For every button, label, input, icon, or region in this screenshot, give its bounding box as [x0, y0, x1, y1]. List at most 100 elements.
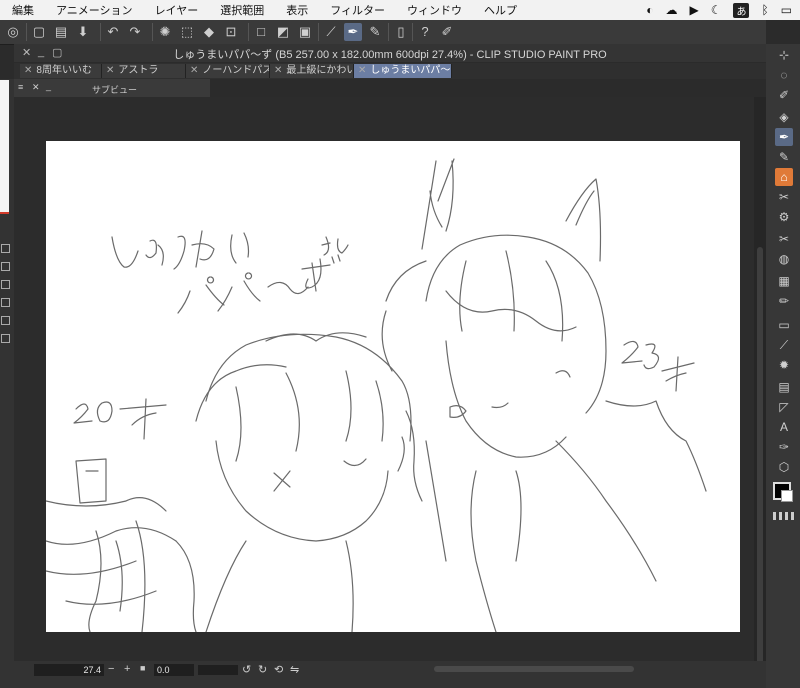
close-icon[interactable]: ✕ — [106, 65, 114, 76]
arrow-icon[interactable]: ◸ — [775, 398, 793, 416]
left-panel-marker — [0, 212, 9, 214]
zoom-in-button[interactable]: + — [124, 663, 130, 675]
tab-label: 最上級にかわい — [286, 65, 354, 76]
gear-icon[interactable]: ⚙ — [775, 208, 793, 226]
sub-color-swatch[interactable] — [781, 490, 793, 502]
csp-logo-icon[interactable]: ◎ — [4, 23, 22, 41]
bluetooth-icon[interactable]: ᛒ — [761, 3, 768, 17]
divider — [388, 23, 389, 41]
cube-icon[interactable]: ⬡ — [775, 458, 793, 476]
tab-no-hand-pass[interactable]: ✕ ノーハンドパス — [186, 64, 270, 78]
close-icon[interactable]: ✕ — [32, 82, 40, 93]
menu-selection[interactable]: 選択範囲 — [208, 2, 274, 18]
fit-icon[interactable]: ■ — [140, 663, 145, 673]
select-icon[interactable]: ⊹ — [775, 46, 793, 64]
loading-icon[interactable]: ✺ — [156, 23, 174, 41]
pen-icon[interactable]: ✒ — [775, 128, 793, 146]
menu-icon[interactable]: ≡ — [18, 82, 23, 92]
tool2-icon[interactable]: ✂ — [775, 230, 793, 248]
pen-icon[interactable]: ✒ — [344, 23, 362, 41]
battery-icon[interactable]: ▭ — [781, 3, 792, 17]
rotation-field[interactable]: 0.0 — [154, 664, 194, 676]
tool-icon[interactable]: ✂ — [775, 188, 793, 206]
minimize-icon[interactable]: _ — [46, 81, 51, 91]
transform-icon[interactable]: ⊡ — [222, 23, 240, 41]
transparent-color-icon[interactable] — [773, 512, 795, 520]
brush-icon[interactable]: ✎ — [775, 148, 793, 166]
layer-icon[interactable] — [1, 298, 10, 307]
tab-most-cute[interactable]: ✕ 最上級にかわい — [270, 64, 354, 78]
undo-icon[interactable]: ↶ — [104, 23, 122, 41]
save-icon[interactable]: ⬇ — [74, 23, 92, 41]
ruler-icon[interactable]: ⟋ — [322, 23, 340, 41]
command-bar: ◎ ▢ ▤ ⬇ ↶ ↷ ✺ ⬚ ◆ ⊡ □ ◩ ▣ ⟋ ✒ ✎ ▯ ? ✐ — [0, 20, 766, 45]
zoom-out-button[interactable]: − — [108, 663, 114, 675]
vpn-icon[interactable]: ◐ — [646, 3, 653, 17]
tab-shumai-papas[interactable]: ✕ しゅうまいパパ〜ず — [354, 64, 452, 78]
tone-icon[interactable]: ◩ — [274, 23, 292, 41]
line-icon[interactable]: ⟋ — [775, 336, 793, 354]
open-file-icon[interactable]: ▤ — [52, 23, 70, 41]
vertical-scrollbar[interactable] — [754, 97, 766, 667]
redo-icon[interactable]: ↷ — [126, 23, 144, 41]
drawing-paper[interactable] — [46, 141, 740, 632]
layer-icon[interactable] — [1, 244, 10, 253]
brush2-icon[interactable]: ✑ — [775, 438, 793, 456]
reset-rotation-icon[interactable]: ⟲ — [274, 663, 283, 676]
close-icon[interactable]: ✕ — [190, 65, 198, 76]
pencil-icon[interactable]: ✏ — [775, 292, 793, 310]
tab-label: ノーハンドパス — [202, 65, 270, 76]
tab-8th-anniversary[interactable]: ✕ 8周年いいむ — [20, 64, 102, 78]
help-icon[interactable]: ? — [416, 23, 434, 41]
close-icon[interactable]: ✕ — [358, 65, 366, 76]
horizontal-scroll-thumb[interactable] — [434, 666, 634, 672]
frame-icon[interactable]: ▤ — [775, 378, 793, 396]
selection-icon[interactable]: ⬚ — [178, 23, 196, 41]
window-title: しゅうまいパパ〜ず (B5 257.00 x 182.00mm 600dpi 2… — [173, 49, 607, 61]
pencil-icon[interactable]: ✎ — [366, 23, 384, 41]
flip-icon[interactable]: ⇋ — [290, 663, 299, 676]
menubar: 編集 アニメーション レイヤー 選択範囲 表示 フィルター ウィンドウ ヘルプ … — [0, 0, 800, 20]
menu-help[interactable]: ヘルプ — [472, 2, 527, 18]
layer-icon[interactable] — [1, 316, 10, 325]
menu-filter[interactable]: フィルター — [318, 2, 395, 18]
menu-edit[interactable]: 編集 — [0, 2, 44, 18]
fill-icon[interactable]: ◆ — [200, 23, 218, 41]
layer-icon[interactable] — [1, 262, 10, 271]
menu-window[interactable]: ウィンドウ — [395, 2, 472, 18]
input-method-indicator[interactable]: あ — [733, 2, 750, 18]
trash-icon[interactable] — [1, 334, 10, 343]
eraser-icon[interactable]: ◈ — [775, 108, 793, 126]
vertical-scroll-thumb[interactable] — [757, 247, 763, 667]
rotate-right-icon[interactable]: ↻ — [258, 663, 267, 676]
text-icon[interactable]: A — [775, 418, 793, 436]
eyedropper-icon[interactable]: ✐ — [775, 86, 793, 104]
sketch-drawing — [46, 158, 707, 632]
moon-icon[interactable]: ☾ — [711, 3, 722, 17]
home-icon[interactable]: ⌂ — [775, 168, 793, 186]
tone-icon[interactable]: ▦ — [775, 272, 793, 290]
rotate-left-icon[interactable]: ↺ — [242, 663, 251, 676]
menu-view[interactable]: 表示 — [274, 2, 318, 18]
border-icon[interactable]: ▣ — [296, 23, 314, 41]
pen-settings-icon[interactable]: ✐ — [438, 23, 456, 41]
close-icon[interactable]: ✕ — [24, 65, 32, 76]
burst-icon[interactable]: ✹ — [775, 356, 793, 374]
cloud-icon[interactable]: ☁ — [665, 3, 677, 17]
menu-animation[interactable]: アニメーション — [44, 2, 143, 18]
rotation-slider[interactable] — [198, 665, 238, 675]
close-icon[interactable]: ✕ — [274, 65, 282, 76]
clear-icon[interactable]: □ — [252, 23, 270, 41]
layer-icon[interactable] — [1, 280, 10, 289]
tab-astra[interactable]: ✕ アストラ — [102, 64, 186, 78]
drop-icon[interactable]: ◍ — [775, 250, 793, 268]
lasso-icon[interactable]: ◌ — [775, 66, 793, 84]
device-icon[interactable]: ▯ — [392, 23, 410, 41]
divider — [152, 23, 153, 41]
menu-layer[interactable]: レイヤー — [143, 2, 209, 18]
tab-label: アストラ — [118, 65, 159, 76]
zoom-field[interactable]: 27.4 — [34, 664, 104, 676]
play-icon[interactable]: ▶ — [689, 3, 698, 17]
new-file-icon[interactable]: ▢ — [30, 23, 48, 41]
gauge-icon[interactable]: ▭ — [775, 316, 793, 334]
